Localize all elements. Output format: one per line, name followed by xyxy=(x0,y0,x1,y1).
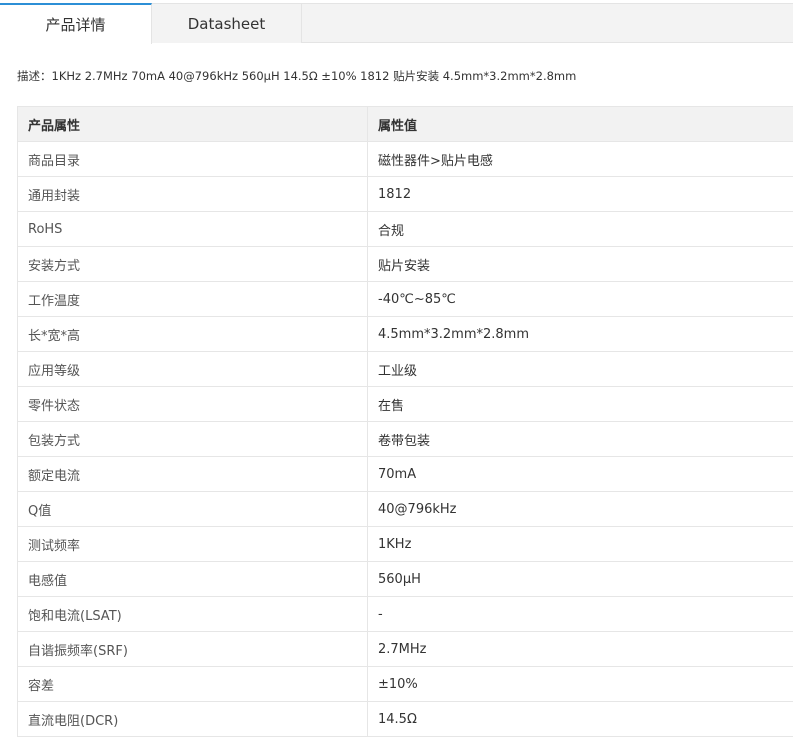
attribute-value: 560μH xyxy=(367,561,793,597)
table-row: 容差 ±10% xyxy=(17,666,793,702)
attribute-value: 2.7MHz xyxy=(367,631,793,667)
attribute-name: 额定电流 xyxy=(17,456,368,492)
table-row: Q值 40@796kHz xyxy=(17,491,793,527)
attribute-name: 容差 xyxy=(17,666,368,702)
attribute-value: 卷带包装 xyxy=(367,421,793,457)
attribute-value: 40@796kHz xyxy=(367,491,793,527)
attribute-name: 商品目录 xyxy=(17,141,368,177)
tab-bar: 产品详情 Datasheet xyxy=(0,3,793,44)
table-row: 通用封装 1812 xyxy=(17,176,793,212)
attribute-name: RoHS xyxy=(17,211,368,247)
tab-bar-filler xyxy=(302,3,793,42)
table-body: 商品目录 磁性器件>贴片电感 通用封装 1812 RoHS 合规 安装方式 贴片安装 工作温度 -… xyxy=(17,141,793,737)
tab-datasheet[interactable]: Datasheet xyxy=(152,3,302,43)
tab-product-details[interactable]: 产品详情 xyxy=(0,3,152,44)
attribute-name: 工作温度 xyxy=(17,281,368,317)
attribute-value: 1KHz xyxy=(367,526,793,562)
table-row: 电感值 560μH xyxy=(17,561,793,597)
table-row: 商品目录 磁性器件>贴片电感 xyxy=(17,141,793,177)
table-row: 自谐振频率(SRF) 2.7MHz xyxy=(17,631,793,667)
attribute-name: 电感值 xyxy=(17,561,368,597)
table-row: 饱和电流(LSAT) - xyxy=(17,596,793,632)
table-row: 包装方式 卷带包装 xyxy=(17,421,793,457)
attribute-name: Q值 xyxy=(17,491,368,527)
product-description: 描述：1KHz 2.7MHz 70mA 40@796kHz 560μH 14.5… xyxy=(17,69,577,83)
attribute-value: 合规 xyxy=(367,211,793,247)
attribute-name: 安装方式 xyxy=(17,246,368,282)
column-header-attribute: 产品属性 xyxy=(17,106,368,142)
table-row: 直流电阻(DCR) 14.5Ω xyxy=(17,701,793,737)
table-row: 长*宽*高 4.5mm*3.2mm*2.8mm xyxy=(17,316,793,352)
attribute-value: 1812 xyxy=(367,176,793,212)
table-row: 安装方式 贴片安装 xyxy=(17,246,793,282)
table-row: RoHS 合规 xyxy=(17,211,793,247)
attribute-value: 在售 xyxy=(367,386,793,422)
attribute-name: 测试频率 xyxy=(17,526,368,562)
attribute-value: ±10% xyxy=(367,666,793,702)
table-row: 零件状态 在售 xyxy=(17,386,793,422)
attribute-value: - xyxy=(367,596,793,632)
column-header-value: 属性值 xyxy=(367,106,793,142)
attribute-value: 磁性器件>贴片电感 xyxy=(367,141,793,177)
attribute-name: 零件状态 xyxy=(17,386,368,422)
attribute-name: 长*宽*高 xyxy=(17,316,368,352)
attribute-value: 4.5mm*3.2mm*2.8mm xyxy=(367,316,793,352)
attribute-value: 贴片安装 xyxy=(367,246,793,282)
table-row: 应用等级 工业级 xyxy=(17,351,793,387)
attribute-value: 14.5Ω xyxy=(367,701,793,737)
attribute-value: 70mA xyxy=(367,456,793,492)
attribute-name: 应用等级 xyxy=(17,351,368,387)
attributes-table: 产品属性 属性值 商品目录 磁性器件>贴片电感 通用封装 1812 RoHS 合规 安装方式… xyxy=(17,106,793,737)
attribute-name: 通用封装 xyxy=(17,176,368,212)
attribute-name: 直流电阻(DCR) xyxy=(17,701,368,737)
table-row: 工作温度 -40℃~85℃ xyxy=(17,281,793,317)
table-row: 测试频率 1KHz xyxy=(17,526,793,562)
table-row: 额定电流 70mA xyxy=(17,456,793,492)
attribute-name: 饱和电流(LSAT) xyxy=(17,596,368,632)
attribute-value: 工业级 xyxy=(367,351,793,387)
attribute-name: 包装方式 xyxy=(17,421,368,457)
attribute-value: -40℃~85℃ xyxy=(367,281,793,317)
table-header-row: 产品属性 属性值 xyxy=(17,106,793,142)
attribute-name: 自谐振频率(SRF) xyxy=(17,631,368,667)
